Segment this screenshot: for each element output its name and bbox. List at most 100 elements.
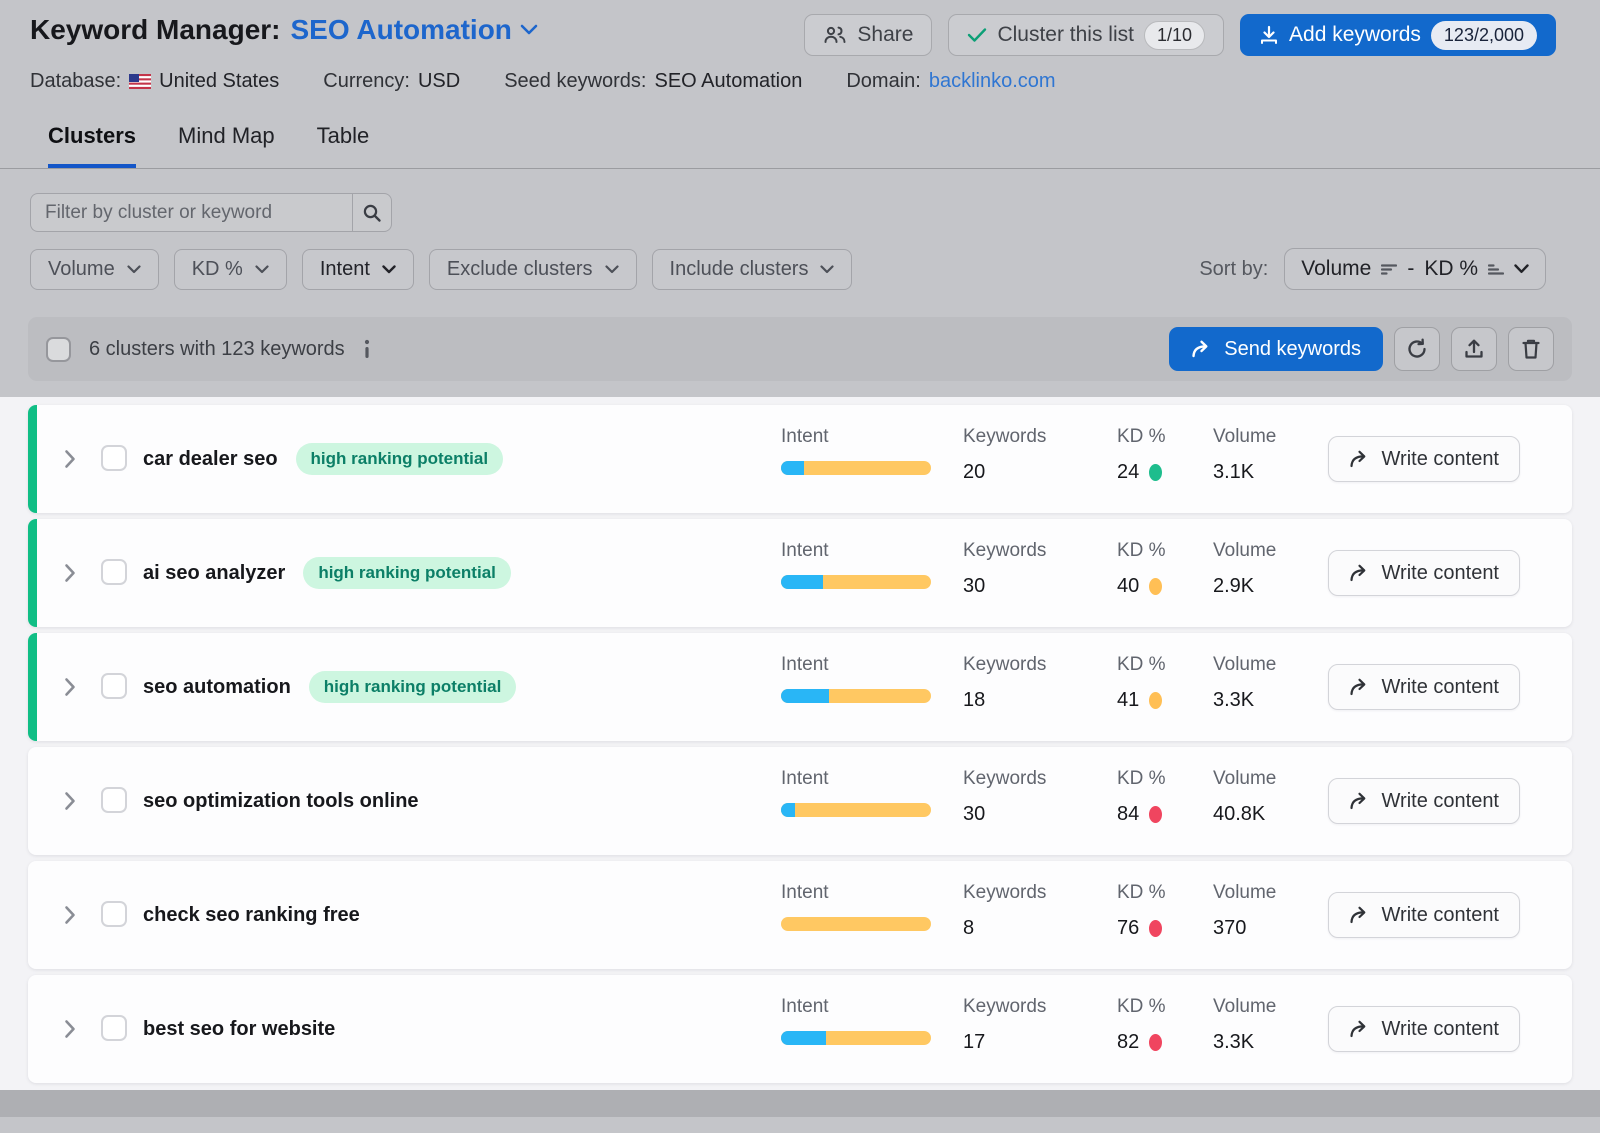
filter-include-clusters-label: Include clusters — [670, 258, 809, 281]
chevron-down-icon — [605, 265, 619, 274]
select-all-checkbox[interactable] — [46, 337, 71, 362]
filter-kd-label: KD % — [192, 258, 243, 281]
filter-kd[interactable]: KD % — [174, 249, 287, 290]
write-content-button[interactable]: Write content — [1328, 892, 1520, 938]
write-arrow-icon — [1349, 564, 1371, 582]
meta-domain: Domain: backlinko.com — [846, 70, 1055, 93]
intent-column: Intent — [781, 540, 931, 589]
write-content-button[interactable]: Write content — [1328, 436, 1520, 482]
send-keywords-button[interactable]: Send keywords — [1169, 327, 1383, 371]
info-icon[interactable] — [363, 339, 371, 359]
intent-bar — [781, 575, 931, 589]
volume-label: Volume — [1213, 540, 1276, 562]
kd-label: KD % — [1117, 882, 1166, 904]
filter-include-clusters[interactable]: Include clusters — [652, 249, 853, 290]
intent-bar — [781, 461, 931, 475]
cluster-filter-search — [30, 193, 392, 232]
volume-value: 3.3K — [1213, 1031, 1276, 1054]
write-content-button[interactable]: Write content — [1328, 550, 1520, 596]
tab-mind-map[interactable]: Mind Map — [178, 123, 275, 168]
high-ranking-badge: high ranking potential — [296, 443, 504, 475]
cluster-this-list-button[interactable]: Cluster this list 1/10 — [948, 14, 1224, 56]
kd-label: KD % — [1117, 768, 1166, 790]
selection-summary: 6 clusters with 123 keywords — [89, 338, 345, 361]
kd-value: 40 — [1117, 575, 1139, 598]
write-content-button[interactable]: Write content — [1328, 664, 1520, 710]
search-input[interactable] — [30, 193, 352, 232]
export-button[interactable] — [1451, 327, 1497, 371]
volume-label: Volume — [1213, 996, 1276, 1018]
write-content-label: Write content — [1382, 904, 1499, 927]
intent-column: Intent — [781, 882, 931, 931]
cluster-title: seo automation — [143, 676, 291, 699]
expand-row-button[interactable] — [64, 905, 76, 925]
us-flag-icon — [129, 74, 151, 89]
list-meta: Database: United States Currency: USD Se… — [30, 70, 1556, 93]
row-checkbox[interactable] — [101, 445, 127, 471]
volume-label: Volume — [1213, 654, 1276, 676]
volume-value: 2.9K — [1213, 575, 1276, 598]
row-checkbox[interactable] — [101, 1015, 127, 1041]
high-ranking-badge: high ranking potential — [303, 557, 511, 589]
volume-label: Volume — [1213, 426, 1276, 448]
volume-value: 3.1K — [1213, 461, 1276, 484]
write-content-button[interactable]: Write content — [1328, 1006, 1520, 1052]
intent-bar — [781, 917, 931, 931]
cluster-title: car dealer seo — [143, 448, 278, 471]
volume-column: Volume 370 — [1213, 882, 1276, 940]
cluster-row: seo optimization tools online high ranki… — [28, 747, 1572, 855]
kd-label: KD % — [1117, 426, 1166, 448]
cluster-this-list-label: Cluster this list — [997, 23, 1134, 47]
intent-label: Intent — [781, 540, 931, 562]
refresh-button[interactable] — [1394, 327, 1440, 371]
sort-primary-value: Volume — [1301, 257, 1371, 281]
kd-difficulty-dot — [1149, 692, 1162, 709]
clusters-list: car dealer seo high ranking potential In… — [0, 397, 1600, 1090]
expand-row-button[interactable] — [64, 563, 76, 583]
keywords-count-badge: 123/2,000 — [1431, 21, 1537, 50]
volume-label: Volume — [1213, 882, 1276, 904]
share-button[interactable]: Share — [804, 14, 932, 56]
delete-button[interactable] — [1508, 327, 1554, 371]
search-button[interactable] — [352, 193, 392, 232]
filter-volume[interactable]: Volume — [30, 249, 159, 290]
expand-row-button[interactable] — [64, 791, 76, 811]
keywords-label: Keywords — [963, 882, 1046, 904]
row-checkbox[interactable] — [101, 787, 127, 813]
intent-bar-commercial-segment — [781, 689, 829, 703]
write-content-button[interactable]: Write content — [1328, 778, 1520, 824]
sort-secondary-value: KD % — [1424, 257, 1478, 281]
row-checkbox[interactable] — [101, 901, 127, 927]
filter-intent[interactable]: Intent — [302, 249, 414, 290]
kd-label: KD % — [1117, 996, 1166, 1018]
write-arrow-icon — [1349, 450, 1371, 468]
sort-select[interactable]: Volume - KD % — [1284, 248, 1546, 290]
meta-seed-keywords: Seed keywords: SEO Automation — [504, 70, 802, 93]
kd-column: KD % 82 — [1117, 996, 1166, 1054]
expand-row-button[interactable] — [64, 449, 76, 469]
keywords-value: 30 — [963, 575, 1046, 598]
domain-link[interactable]: backlinko.com — [929, 70, 1056, 93]
keywords-value: 20 — [963, 461, 1046, 484]
expand-row-button[interactable] — [64, 677, 76, 697]
filter-exclude-clusters[interactable]: Exclude clusters — [429, 249, 637, 290]
keywords-column: Keywords 20 — [963, 426, 1046, 484]
expand-row-button[interactable] — [64, 1019, 76, 1039]
kd-value: 76 — [1117, 917, 1139, 940]
write-content-label: Write content — [1382, 676, 1499, 699]
volume-value: 370 — [1213, 917, 1276, 940]
footer-strip — [0, 1090, 1600, 1117]
meta-currency: Currency: USD — [323, 70, 460, 93]
high-ranking-accent-bar — [28, 519, 37, 627]
add-keywords-button[interactable]: Add keywords 123/2,000 — [1240, 14, 1556, 56]
cluster-title: ai seo analyzer — [143, 562, 285, 585]
list-name-dropdown[interactable]: SEO Automation — [291, 14, 538, 46]
tab-clusters[interactable]: Clusters — [48, 123, 136, 168]
row-checkbox[interactable] — [101, 673, 127, 699]
volume-column: Volume 3.1K — [1213, 426, 1276, 484]
volume-value: 3.3K — [1213, 689, 1276, 712]
keywords-label: Keywords — [963, 996, 1046, 1018]
row-checkbox[interactable] — [101, 559, 127, 585]
tab-table[interactable]: Table — [317, 123, 370, 168]
kd-value: 82 — [1117, 1031, 1139, 1054]
